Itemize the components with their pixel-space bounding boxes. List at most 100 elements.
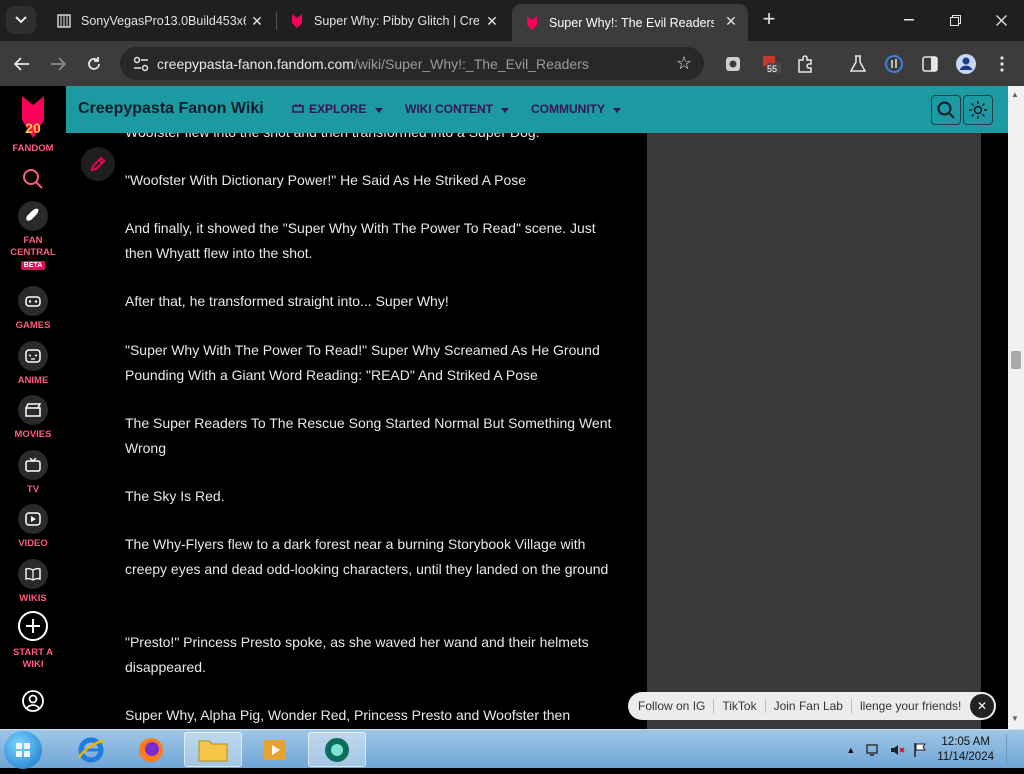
- internet-explorer-icon: [78, 737, 105, 762]
- nav-wiki-content[interactable]: WIKI CONTENT: [405, 102, 510, 116]
- reload-button[interactable]: [80, 50, 108, 78]
- internet-explorer-taskbar[interactable]: [62, 732, 120, 767]
- firefox-taskbar[interactable]: [122, 732, 180, 767]
- minimize-icon: [904, 19, 914, 21]
- back-button[interactable]: [8, 50, 36, 78]
- close-tab-icon[interactable]: ✕: [248, 12, 266, 30]
- chrome-taskbar[interactable]: [308, 732, 366, 767]
- clapperboard-icon: [18, 395, 48, 425]
- start-button[interactable]: [4, 731, 42, 769]
- tab-title: Super Why!: The Evil Readers |: [549, 15, 714, 30]
- rail-item-start-a-wiki[interactable]: START A WIKI: [0, 610, 66, 671]
- chevron-down-icon: [613, 108, 622, 113]
- rail-item-fan-central[interactable]: FAN CENTRAL BETA: [0, 201, 66, 270]
- back-arrow-icon: [14, 57, 29, 71]
- site-info-icon[interactable]: [132, 55, 150, 73]
- forward-button[interactable]: [44, 50, 72, 78]
- pencil-icon: [90, 156, 106, 172]
- fandom-icon: [524, 15, 540, 31]
- wiki-name[interactable]: Creepypasta Fanon Wiki: [78, 100, 264, 118]
- close-window-button[interactable]: [986, 6, 1016, 34]
- puzzle-icon[interactable]: [794, 53, 816, 75]
- restore-button[interactable]: [940, 6, 970, 34]
- wiki-search-button[interactable]: [931, 95, 961, 125]
- extension-badge-icon[interactable]: 55: [760, 53, 782, 75]
- extension-badge-count: 55: [767, 64, 778, 74]
- theme-toggle-button[interactable]: [963, 95, 993, 125]
- tray-expand-icon[interactable]: ▲: [846, 745, 855, 755]
- action-center-flag-icon[interactable]: [913, 742, 927, 758]
- anime-face-icon: [18, 341, 48, 371]
- scroll-down-icon[interactable]: ▼: [1011, 714, 1019, 723]
- rail-item-tv[interactable]: TV: [0, 450, 66, 495]
- article-paragraph: Super Why, Alpha Pig, Wonder Red, Prince…: [125, 707, 571, 723]
- chevron-down-icon: [15, 16, 27, 24]
- file-explorer-taskbar[interactable]: [184, 732, 242, 767]
- bookmark-star-icon[interactable]: ☆: [676, 53, 692, 74]
- rail-item-movies[interactable]: MOVIES: [0, 395, 66, 440]
- search-button[interactable]: [0, 168, 66, 193]
- extension-screenshot-icon[interactable]: [722, 53, 744, 75]
- search-icon: [23, 169, 43, 189]
- close-tab-icon[interactable]: ✕: [722, 12, 740, 30]
- media-player-taskbar[interactable]: [246, 732, 304, 767]
- network-icon[interactable]: [865, 742, 881, 758]
- tab-pibby-glitch[interactable]: Super Why: Pibby Glitch | Cree ✕: [277, 4, 509, 37]
- scrollbar-thumb[interactable]: [1011, 351, 1021, 369]
- right-rail: [647, 133, 981, 729]
- rail-item-games[interactable]: GAMES: [0, 286, 66, 331]
- close-social-bar-icon[interactable]: ✕: [970, 694, 994, 718]
- rail-item-anime[interactable]: ANIME: [0, 341, 66, 386]
- page-scrollbar[interactable]: ▲ ▼: [1008, 86, 1024, 729]
- article-paragraph: "Super Why With The Power To Read!" Supe…: [125, 342, 600, 383]
- tiktok-link[interactable]: TikTok: [714, 699, 766, 713]
- forward-arrow-icon: [51, 57, 66, 71]
- article-paragraph: The Sky Is Red.: [125, 488, 225, 504]
- windows-logo-icon: [16, 743, 30, 757]
- side-panel-icon[interactable]: [919, 53, 941, 75]
- close-icon: [995, 14, 1007, 26]
- beta-badge: BETA: [20, 261, 46, 270]
- edit-button[interactable]: [81, 147, 115, 181]
- rail-item-label: WIKIS: [19, 593, 47, 604]
- scroll-up-icon[interactable]: ▲: [1011, 90, 1019, 99]
- url-text: creepypasta-fanon.fandom.com/wiki/Super_…: [157, 56, 589, 72]
- rail-item-wikis[interactable]: WIKIS: [0, 559, 66, 604]
- follow-ig-link[interactable]: Follow on IG: [628, 699, 715, 713]
- play-icon: [18, 504, 48, 534]
- flask-icon[interactable]: [847, 53, 869, 75]
- tab-evil-readers[interactable]: Super Why!: The Evil Readers | ✕: [512, 4, 748, 41]
- fandom-global-nav: 20 FANDOM FAN CENTRAL BETA GAMES ANIME M…: [0, 86, 66, 729]
- challenge-friends-link[interactable]: llenge your friends!: [852, 699, 969, 713]
- show-desktop-button[interactable]: [1006, 734, 1016, 766]
- article-paragraph: The Why-Flyers flew to a dark forest nea…: [125, 536, 609, 577]
- user-account-button[interactable]: [0, 690, 66, 715]
- address-bar[interactable]: creepypasta-fanon.fandom.com/wiki/Super_…: [120, 47, 704, 80]
- rail-item-label: GAMES: [15, 320, 51, 331]
- user-icon: [22, 690, 44, 712]
- browser-app-icon: [325, 737, 349, 762]
- social-bar: Follow on IG TikTok Join Fan Lab llenge …: [628, 692, 996, 720]
- firefox-icon: [139, 737, 163, 762]
- new-tab-button[interactable]: +: [757, 8, 781, 32]
- minimize-button[interactable]: [894, 6, 924, 34]
- volume-muted-icon[interactable]: [889, 742, 905, 758]
- system-tray: ▲ 12:05 AM 11/14/2024: [846, 734, 1016, 766]
- chevron-down-icon: [374, 108, 383, 113]
- profile-avatar-icon[interactable]: [955, 53, 977, 75]
- fandom-logo[interactable]: 20 FANDOM: [0, 94, 66, 154]
- article-paragraph: The Super Readers To The Rescue Song Sta…: [125, 415, 612, 456]
- clock[interactable]: 12:05 AM 11/14/2024: [937, 735, 994, 765]
- tab-search-button[interactable]: [6, 6, 36, 34]
- nav-label: COMMUNITY: [531, 102, 605, 116]
- plus-circle-icon: [18, 611, 48, 641]
- nav-explore[interactable]: EXPLORE: [292, 102, 383, 116]
- browser-menu-icon[interactable]: [991, 53, 1013, 75]
- join-fan-lab-link[interactable]: Join Fan Lab: [766, 699, 852, 713]
- tab-sony-vegas[interactable]: SonyVegasPro13.0Build453x64 ✕: [44, 4, 274, 37]
- clock-date: 11/14/2024: [937, 751, 994, 763]
- media-control-icon[interactable]: [883, 53, 905, 75]
- nav-community[interactable]: COMMUNITY: [531, 102, 622, 116]
- rail-item-video[interactable]: VIDEO: [0, 504, 66, 549]
- close-tab-icon[interactable]: ✕: [483, 12, 501, 30]
